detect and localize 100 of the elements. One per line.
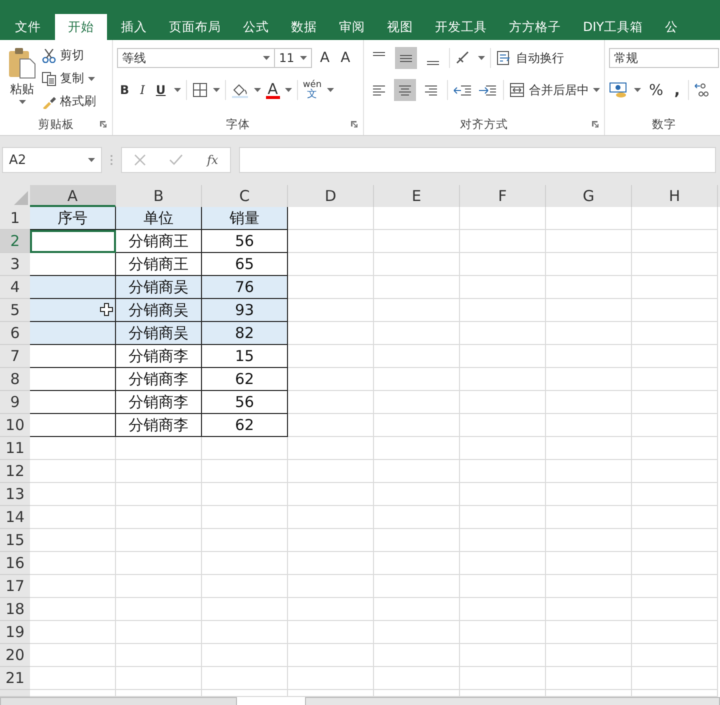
row-header[interactable]: 11 bbox=[0, 437, 30, 460]
horizontal-align-button[interactable] bbox=[394, 79, 416, 101]
table-cell: 销量 bbox=[202, 207, 288, 230]
scissors-icon bbox=[42, 48, 56, 62]
copy-icon bbox=[42, 72, 56, 86]
increase-decimal-icon bbox=[694, 82, 710, 98]
font-size-dropdown[interactable]: 11 bbox=[274, 48, 312, 68]
row-header[interactable]: 5 bbox=[0, 299, 30, 322]
row-header[interactable]: 13 bbox=[0, 483, 30, 506]
row-header[interactable]: 17 bbox=[0, 575, 30, 598]
ribbon-tab[interactable]: 开发工具 bbox=[424, 14, 498, 40]
table-cell: 93 bbox=[202, 299, 288, 322]
wrap-text-button[interactable]: 自动换行 bbox=[496, 48, 564, 68]
table-cell: 单位 bbox=[116, 207, 202, 230]
group-label: 字体 bbox=[226, 116, 250, 132]
copy-button[interactable]: 复制 bbox=[42, 68, 96, 89]
column-header[interactable]: D bbox=[288, 185, 374, 207]
caret-icon bbox=[634, 88, 641, 92]
ribbon-tab[interactable]: 审阅 bbox=[328, 14, 376, 40]
row-header[interactable]: 10 bbox=[0, 414, 30, 437]
table-cell: 分销商吴 bbox=[116, 322, 202, 345]
table-cell: 76 bbox=[202, 276, 288, 299]
column-header[interactable]: F bbox=[460, 185, 546, 207]
table-cell: 序号 bbox=[30, 207, 116, 230]
percent-style-button[interactable]: % bbox=[646, 81, 666, 99]
format-painter-button[interactable]: 格式刷 bbox=[42, 91, 96, 112]
underline-button[interactable]: U bbox=[152, 83, 169, 97]
insert-function-button[interactable]: fx bbox=[206, 153, 218, 167]
ribbon-tab[interactable]: 文件 bbox=[4, 14, 52, 40]
ribbon-tab[interactable]: 视图 bbox=[376, 14, 424, 40]
table-cell: 分销商李 bbox=[116, 345, 202, 368]
caret-icon bbox=[263, 56, 270, 60]
column-header[interactable]: E bbox=[374, 185, 460, 207]
borders-icon bbox=[192, 82, 208, 98]
ribbon-tab[interactable]: 数据 bbox=[280, 14, 328, 40]
row-header[interactable]: 20 bbox=[0, 644, 30, 667]
grip-icon bbox=[110, 154, 113, 166]
paintbrush-icon bbox=[42, 94, 56, 108]
horizontal-scrollbar[interactable] bbox=[305, 697, 720, 705]
align-bottom-icon bbox=[427, 61, 439, 65]
cursor-icon bbox=[100, 303, 113, 316]
increase-font-size-button[interactable]: A bbox=[317, 50, 333, 66]
row-header[interactable]: 12 bbox=[0, 460, 30, 483]
row-header[interactable]: 8 bbox=[0, 368, 30, 391]
table-cell: 分销商李 bbox=[116, 368, 202, 391]
row-header[interactable]: 7 bbox=[0, 345, 30, 368]
row-header[interactable]: 6 bbox=[0, 322, 30, 345]
caret-icon bbox=[174, 88, 181, 92]
name-box[interactable]: A2 bbox=[2, 147, 102, 173]
column-header[interactable]: A bbox=[30, 185, 116, 207]
row-header[interactable]: 18 bbox=[0, 598, 30, 621]
ribbon-tab[interactable]: 页面布局 bbox=[158, 14, 232, 40]
caret-icon bbox=[18, 100, 26, 104]
ribbon-tab[interactable]: 公 bbox=[654, 14, 689, 40]
fill-color-icon bbox=[230, 82, 249, 98]
paste-button[interactable]: 粘贴 bbox=[4, 45, 40, 113]
table-cell: 56 bbox=[202, 391, 288, 414]
number-format-dropdown[interactable]: 常规 bbox=[609, 48, 719, 68]
font-name-dropdown[interactable]: 等线 bbox=[117, 48, 275, 68]
ribbon-tab[interactable]: 插入 bbox=[110, 14, 158, 40]
ribbon-tab[interactable]: 方方格子 bbox=[498, 14, 572, 40]
caret-icon bbox=[593, 88, 600, 92]
caret-icon bbox=[88, 76, 95, 80]
bold-button[interactable]: B bbox=[117, 83, 132, 97]
row-header[interactable]: 16 bbox=[0, 552, 30, 575]
column-header[interactable]: H bbox=[632, 185, 718, 207]
cut-button[interactable]: 剪切 bbox=[42, 45, 96, 66]
align-top-icon bbox=[373, 52, 385, 56]
phonetic-guide-button[interactable]: wén 文 bbox=[302, 80, 322, 100]
decrease-font-size-button[interactable]: A bbox=[338, 50, 354, 66]
row-header[interactable]: 19 bbox=[0, 621, 30, 644]
table-cell: 62 bbox=[202, 414, 288, 437]
row-header[interactable]: 21 bbox=[0, 667, 30, 690]
row-header[interactable]: 3 bbox=[0, 253, 30, 276]
italic-button[interactable]: I bbox=[137, 83, 148, 97]
row-header[interactable]: 14 bbox=[0, 506, 30, 529]
formula-input-field[interactable] bbox=[239, 147, 716, 173]
table-cell: 分销商李 bbox=[116, 391, 202, 414]
font-color-button[interactable]: A bbox=[266, 82, 280, 98]
selected-cell[interactable] bbox=[30, 230, 116, 253]
ribbon-tab[interactable]: 开始 bbox=[55, 14, 107, 40]
row-header[interactable]: 4 bbox=[0, 276, 30, 299]
merge-center-button[interactable]: 合并后居中 bbox=[509, 80, 600, 100]
group-label: 剪贴板 bbox=[38, 116, 74, 132]
checkmark-icon bbox=[169, 154, 184, 166]
group-label: 数字 bbox=[652, 116, 676, 132]
caret-icon bbox=[326, 88, 334, 92]
row-header[interactable]: 15 bbox=[0, 529, 30, 552]
vertical-align-button[interactable] bbox=[395, 47, 417, 69]
table-cell: 分销商吴 bbox=[116, 299, 202, 322]
row-header[interactable]: 1 bbox=[0, 207, 30, 230]
table-cell: 分销商李 bbox=[116, 414, 202, 437]
ribbon-tab[interactable]: 公式 bbox=[232, 14, 280, 40]
column-header[interactable]: G bbox=[546, 185, 632, 207]
comma-style-button[interactable]: , bbox=[671, 81, 683, 99]
row-header[interactable]: 2 bbox=[0, 230, 30, 253]
caret-icon bbox=[254, 88, 261, 92]
row-header[interactable]: 9 bbox=[0, 391, 30, 414]
dialog-launcher-icon bbox=[592, 121, 599, 128]
ribbon-tab[interactable]: DIY工具箱 bbox=[572, 14, 654, 40]
